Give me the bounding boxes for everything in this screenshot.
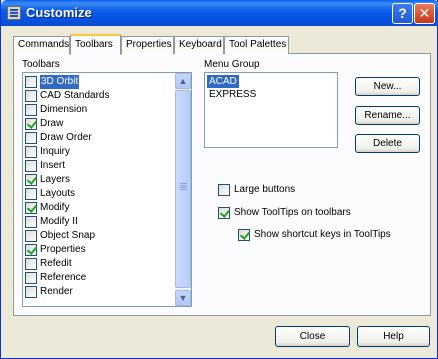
scroll-thumb[interactable] (175, 90, 191, 288)
large-buttons-checkbox[interactable] (218, 184, 230, 196)
title-close-button[interactable]: ✕ (414, 3, 435, 24)
toolbar-checkbox[interactable] (25, 146, 37, 158)
toolbars-list[interactable]: 3D Orbit CAD Standards Dimension Draw Dr… (22, 72, 192, 307)
toolbar-item-render[interactable]: Render (25, 285, 175, 299)
toolbar-item-label: Refedit (40, 258, 72, 269)
toolbar-item-inquiry[interactable]: Inquiry (25, 145, 175, 159)
app-icon (7, 6, 21, 20)
toolbar-checkbox[interactable] (25, 244, 37, 256)
toolbar-checkbox[interactable] (25, 286, 37, 298)
toolbars-scrollbar[interactable]: ▲ ▼ (175, 73, 191, 306)
toolbar-checkbox[interactable] (25, 174, 37, 186)
toolbar-checkbox[interactable] (25, 132, 37, 144)
tab-properties[interactable]: Properties (121, 36, 174, 54)
toolbar-item-layers[interactable]: Layers (25, 173, 175, 187)
toolbar-item-label: Modify (40, 202, 70, 213)
toolbar-item-label: Inquiry (40, 146, 71, 157)
toolbar-checkbox[interactable] (25, 90, 37, 102)
toolbar-checkbox[interactable] (25, 104, 37, 116)
toolbar-item-3d-orbit[interactable]: 3D Orbit (25, 75, 175, 89)
toolbar-item-label: Modify II (40, 216, 78, 227)
large-buttons-label: Large buttons (234, 184, 296, 195)
show-shortcut-keys-checkbox[interactable] (238, 229, 250, 241)
toolbar-item-cad-standards[interactable]: CAD Standards (25, 89, 175, 103)
menu-group-list[interactable]: ACAD EXPRESS (204, 72, 338, 148)
toolbar-item-dimension[interactable]: Dimension (25, 103, 175, 117)
menu-group-item-express[interactable]: EXPRESS (207, 88, 258, 101)
scroll-up-arrow-icon[interactable]: ▲ (175, 73, 191, 89)
toolbar-item-draw-order[interactable]: Draw Order (25, 131, 175, 145)
grip-icon (180, 183, 187, 184)
toolbar-checkbox[interactable] (25, 202, 37, 214)
toolbar-item-modify-ii[interactable]: Modify II (25, 215, 175, 229)
toolbar-item-label: Properties (40, 244, 86, 255)
scroll-down-arrow-icon[interactable]: ▼ (175, 290, 191, 306)
toolbar-item-label: Layers (40, 174, 71, 185)
toolbar-item-layouts[interactable]: Layouts (25, 187, 175, 201)
show-tooltips-label: Show ToolTips on toolbars (234, 207, 351, 218)
toolbar-checkbox[interactable] (25, 188, 37, 200)
toolbar-item-label: CAD Standards (40, 90, 110, 101)
toolbar-item-draw[interactable]: Draw (25, 117, 175, 131)
toolbar-item-properties[interactable]: Properties (25, 243, 175, 257)
toolbar-item-label: Render (40, 286, 73, 297)
toolbar-item-label: Draw (40, 118, 64, 129)
toolbar-item-object-snap[interactable]: Object Snap (25, 229, 175, 243)
title-bar[interactable]: Customize ? ✕ (1, 0, 438, 26)
tab-keyboard[interactable]: Keyboard (174, 36, 224, 54)
toolbar-item-insert[interactable]: Insert (25, 159, 175, 173)
toolbar-checkbox[interactable] (25, 118, 37, 130)
toolbar-checkbox[interactable] (25, 230, 37, 242)
close-button[interactable]: Close (275, 326, 350, 347)
tab-tool-palettes[interactable]: Tool Palettes (224, 36, 289, 54)
toolbar-checkbox[interactable] (25, 272, 37, 284)
toolbar-item-label: Reference (40, 272, 87, 283)
toolbar-checkbox[interactable] (25, 258, 37, 270)
toolbar-item-label: Layouts (40, 188, 76, 199)
toolbar-item-label: Insert (40, 160, 66, 171)
delete-button[interactable]: Delete (355, 134, 420, 153)
menu-group-label: Menu Group (204, 59, 260, 70)
toolbar-item-label: Dimension (40, 104, 88, 115)
show-shortcut-keys-label: Show shortcut keys in ToolTips (254, 229, 391, 240)
window-title: Customize (26, 5, 92, 20)
toolbar-item-label: Draw Order (40, 132, 92, 143)
customize-dialog: Customize ? ✕ Commands Toolbars Properti… (0, 0, 438, 359)
toolbar-item-label: Object Snap (40, 230, 96, 241)
toolbar-checkbox[interactable] (25, 160, 37, 172)
show-tooltips-checkbox[interactable] (218, 207, 230, 219)
tab-toolbars[interactable]: Toolbars (70, 34, 121, 55)
toolbar-item-modify[interactable]: Modify (25, 201, 175, 215)
toolbar-checkbox[interactable] (25, 216, 37, 228)
help-button[interactable]: Help (357, 326, 430, 347)
tab-commands[interactable]: Commands (13, 36, 70, 54)
toolbars-label: Toolbars (22, 59, 60, 70)
toolbar-checkbox[interactable] (25, 76, 37, 88)
toolbar-item-label: 3D Orbit (40, 75, 80, 89)
rename-button[interactable]: Rename... (355, 106, 420, 125)
menu-group-item-acad[interactable]: ACAD (207, 75, 239, 88)
toolbar-item-refedit[interactable]: Refedit (25, 257, 175, 271)
toolbar-item-reference[interactable]: Reference (25, 271, 175, 285)
new-button[interactable]: New... (355, 77, 420, 96)
title-help-button[interactable]: ? (392, 3, 413, 24)
